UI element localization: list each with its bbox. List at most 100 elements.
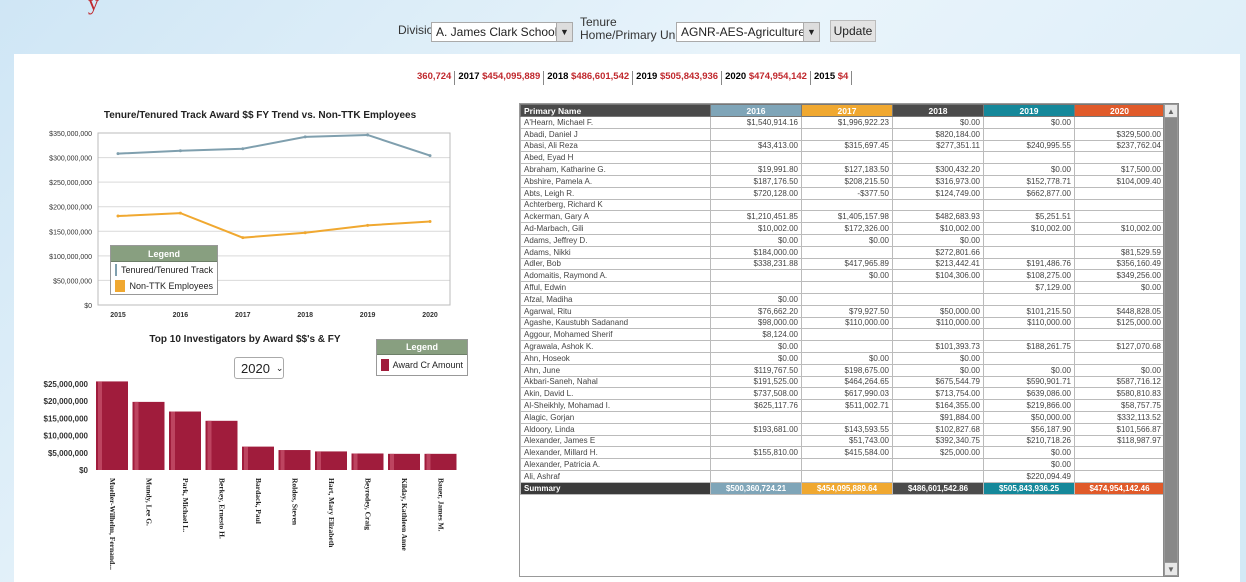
year-select[interactable]: 2020 ⌄ xyxy=(234,357,284,379)
ticker-year: 2020 xyxy=(725,71,749,82)
name-cell: Al-Sheikhly, Mohamad I. xyxy=(520,399,711,412)
amount-cell: $580,810.83 xyxy=(1074,387,1165,401)
amount-cell: $210,718.26 xyxy=(983,434,1075,448)
y-tick-label: $250,000,000 xyxy=(49,180,92,187)
name-cell: Abed, Eyad H xyxy=(520,151,711,165)
column-header[interactable]: 2020 xyxy=(1074,104,1165,117)
bar-highlight xyxy=(171,411,175,470)
table-row: Abts, Leigh R. $720,128.00 -$377.50 $124,74… xyxy=(520,186,1165,200)
column-header[interactable]: 2019 xyxy=(983,104,1075,117)
amount-cell: $220,094.49 xyxy=(983,469,1075,483)
name-cell: Abraham, Katharine G. xyxy=(520,163,711,176)
amount-cell: $10,002.00 xyxy=(983,222,1075,235)
amount-cell xyxy=(983,151,1075,165)
amount-cell xyxy=(710,434,802,448)
bar-highlight xyxy=(280,450,285,470)
name-cell: Akbari-Saneh, Nahal xyxy=(520,375,711,389)
legend-swatch xyxy=(381,359,389,371)
table-row: Agashe, Kaustubh Sadanand $98,000.00 $110,… xyxy=(520,316,1165,330)
column-header[interactable]: Primary Name xyxy=(520,104,711,117)
summary-cell: $474,954,142.46 xyxy=(1074,481,1165,495)
name-cell: Agarwal, Ritu xyxy=(520,304,711,318)
data-point xyxy=(178,149,182,153)
x-tick-label: 2020 xyxy=(422,312,438,319)
chevron-down-icon: ▼ xyxy=(556,23,572,41)
scroll-up-icon[interactable]: ▲ xyxy=(1165,105,1177,117)
amount-cell: $127,183.50 xyxy=(801,163,893,176)
column-header[interactable]: 2017 xyxy=(801,104,893,117)
name-cell: Adomaitis, Raymond A. xyxy=(520,269,711,283)
legend-swatch xyxy=(115,264,117,276)
scroll-down-icon[interactable]: ▼ xyxy=(1165,563,1177,575)
bar-highlight xyxy=(98,381,102,470)
amount-cell xyxy=(801,458,893,471)
data-point xyxy=(241,236,245,240)
amount-cell: $125,000.00 xyxy=(1074,316,1165,330)
y-tick-label: $100,000,000 xyxy=(49,254,92,261)
division-select[interactable]: A. James Clark School of ▼ xyxy=(431,22,573,42)
table-row: Ahn, June $119,767.50 $198,675.00 $0.00 $0.0… xyxy=(520,363,1165,377)
legend-label: Tenured/Tenured Track xyxy=(120,265,213,275)
name-cell: Afful, Edwin xyxy=(520,281,711,294)
amount-cell: $329,500.00 xyxy=(1074,127,1165,141)
amount-cell: $511,002.71 xyxy=(801,399,893,412)
table-row: Alagic, Gorjan $91,884.00 $50,000.00 $332,1… xyxy=(520,410,1165,424)
x-tick-label: 2018 xyxy=(297,312,313,319)
amount-cell: $0.00 xyxy=(892,351,984,365)
amount-cell xyxy=(1074,446,1165,460)
amount-cell: $25,000.00 xyxy=(892,446,984,460)
column-header[interactable]: 2018 xyxy=(892,104,984,117)
amount-cell: $143,593.55 xyxy=(801,422,893,436)
amount-cell: $81,529.59 xyxy=(1074,245,1165,259)
column-header[interactable]: 2016 xyxy=(710,104,802,117)
y-tick-label: $150,000,000 xyxy=(49,229,92,236)
amount-cell xyxy=(1074,198,1165,212)
table-row: Akbari-Saneh, Nahal $191,525.00 $464,264.6… xyxy=(520,375,1165,389)
x-tick-label: Berkey, Ernesto H. xyxy=(218,478,227,539)
series-line xyxy=(117,133,431,157)
table-scrollbar[interactable]: ▲ ▼ xyxy=(1163,103,1179,577)
amount-cell xyxy=(892,292,984,306)
amount-cell: $188,261.75 xyxy=(983,340,1075,353)
y-tick-label: $350,000,000 xyxy=(49,131,92,138)
update-button[interactable]: Update xyxy=(830,20,876,42)
amount-cell: $101,393.73 xyxy=(892,340,984,353)
amount-cell: $119,767.50 xyxy=(710,363,802,377)
y-tick-label: $50,000,000 xyxy=(53,278,92,285)
legend-title: Legend xyxy=(377,340,467,355)
legend-item-tenured: Tenured/Tenured Track xyxy=(111,262,217,278)
amount-cell: $1,210,451.85 xyxy=(710,210,802,224)
x-tick-label: 2017 xyxy=(235,312,251,319)
data-point xyxy=(116,152,120,156)
amount-cell: $10,002.00 xyxy=(892,222,984,235)
amount-cell xyxy=(1074,186,1165,200)
name-cell: Agrawala, Ashok K. xyxy=(520,340,711,353)
amount-cell: $110,000.00 xyxy=(801,316,893,330)
amount-cell: $184,000.00 xyxy=(710,245,802,259)
data-point xyxy=(366,223,370,227)
name-cell: Abshire, Pamela A. xyxy=(520,174,711,188)
scroll-thumb[interactable] xyxy=(1165,118,1177,562)
amount-cell: $625,117.76 xyxy=(710,399,802,412)
table-row: Adams, Jeffrey D. $0.00 $0.00 $0.00 xyxy=(520,233,1165,247)
amount-cell: $316,973.00 xyxy=(892,174,984,188)
line-chart-title: Tenure/Tenured Track Award $$ FY Trend v… xyxy=(103,110,417,121)
amount-cell: $590,901.71 xyxy=(983,375,1075,389)
amount-cell: $58,757.75 xyxy=(1074,399,1165,412)
y-tick-label: $5,000,000 xyxy=(48,449,89,458)
amount-cell: $0.00 xyxy=(710,340,802,353)
y-tick-label: $20,000,000 xyxy=(44,397,89,406)
amount-cell: $56,187.90 xyxy=(983,422,1075,436)
ticker-item: 2018 $486,601,542 xyxy=(544,71,634,85)
x-tick-label: 2019 xyxy=(360,312,376,319)
amount-cell: $0.00 xyxy=(983,458,1075,471)
amount-cell xyxy=(710,458,802,471)
amount-cell xyxy=(801,469,893,483)
x-tick-label: Mundy, Lee G. xyxy=(145,478,154,526)
tenure-select[interactable]: AGNR-AES-Agriculture E ▼ xyxy=(676,22,820,42)
tenure-select-value: AGNR-AES-Agriculture E xyxy=(681,25,817,39)
amount-cell: $639,086.00 xyxy=(983,387,1075,401)
ticker-value: $486,601,542 xyxy=(571,71,630,82)
table-row: A'Hearn, Michael F. $1,540,914.16 $1,996,9… xyxy=(520,116,1165,129)
line-chart-legend: Legend Tenured/Tenured Track Non-TTK Emp… xyxy=(110,245,218,295)
